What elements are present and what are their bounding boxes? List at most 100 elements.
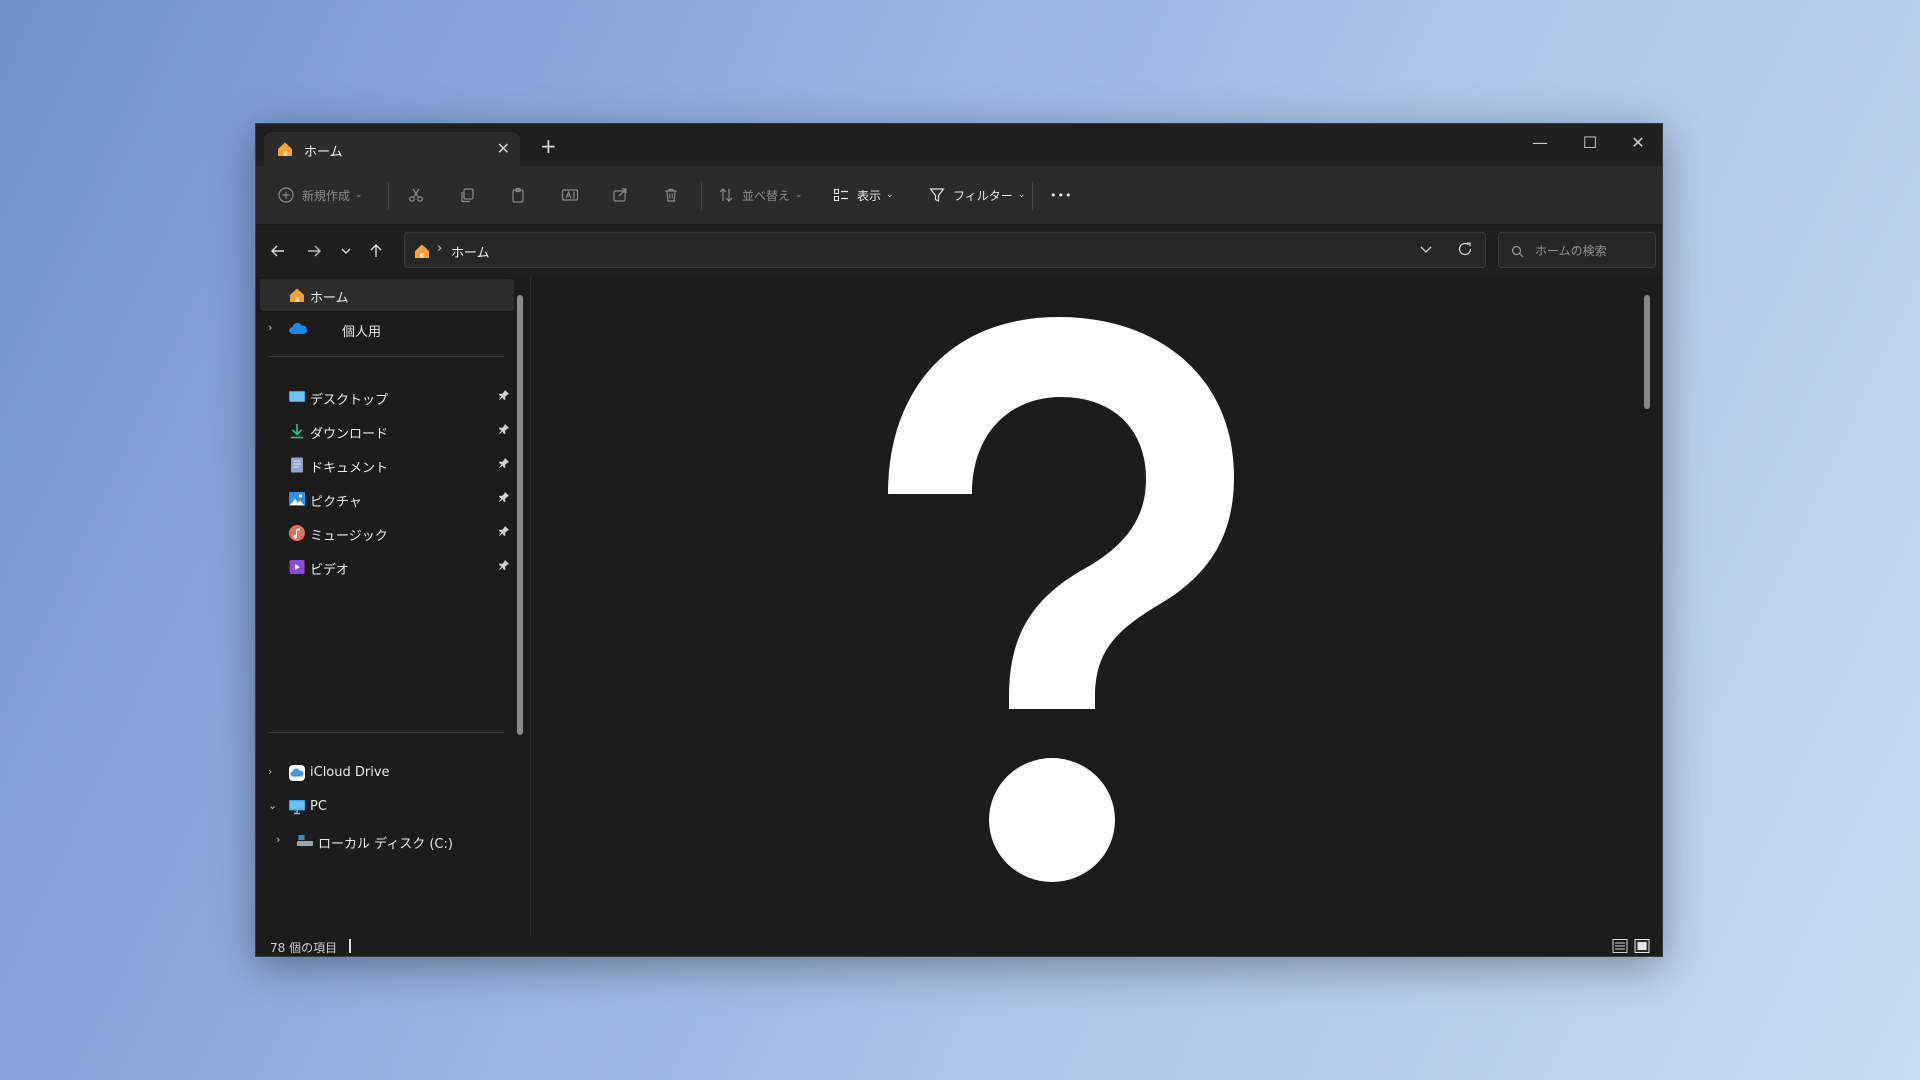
pin-icon[interactable] (498, 423, 510, 439)
toolbar-divider (1032, 182, 1033, 210)
sort-button[interactable]: 並べ替え ⌄ (718, 166, 803, 224)
plus-circle-icon (278, 187, 294, 203)
tab-close-icon[interactable]: ✕ (497, 139, 510, 158)
up-button[interactable] (362, 237, 390, 265)
cut-button[interactable] (408, 166, 424, 224)
sidebar-item-label: ミュージック (310, 529, 388, 544)
expand-chevron-icon[interactable]: › (276, 833, 280, 846)
refresh-button[interactable] (1457, 241, 1473, 261)
close-button[interactable]: ✕ (1620, 130, 1656, 156)
home-icon (288, 286, 306, 304)
sidebar-item-desktop[interactable]: デスクトップ (260, 381, 514, 413)
recent-locations-button[interactable] (332, 237, 360, 265)
rename-button[interactable] (561, 166, 579, 224)
search-icon (1511, 243, 1524, 262)
filter-button[interactable]: フィルター ⌄ (929, 166, 1025, 224)
collapse-chevron-icon[interactable]: ⌄ (268, 799, 277, 812)
pin-icon[interactable] (498, 525, 510, 541)
sidebar-item-label: ピクチャ (310, 495, 362, 510)
paste-button[interactable] (510, 166, 526, 224)
sidebar-item-onedrive[interactable]: › 個人用 (260, 313, 514, 345)
trash-icon (665, 188, 677, 202)
address-bar[interactable]: › ホーム (404, 232, 1486, 268)
text-caret (349, 939, 351, 953)
desktop-folder-icon (288, 388, 306, 406)
item-count: 78 個の項目 (270, 941, 338, 955)
home-icon (413, 242, 431, 264)
sidebar-item-local-disk[interactable]: › ローカル ディスク (C:) (260, 825, 514, 857)
details-view-button[interactable] (1612, 938, 1628, 954)
new-button-label: 新規作成 (302, 188, 351, 203)
file-explorer-window: ホーム ✕ + — ☐ ✕ 新規作成 ⌄ 並べ替え ⌄ 表示 ⌄ フィルター ⌄… (255, 123, 1663, 957)
sidebar-item-label: ローカル ディスク (C:) (318, 837, 453, 852)
new-button[interactable]: 新規作成 ⌄ (278, 166, 363, 224)
refresh-icon (1458, 242, 1472, 256)
filter-label: フィルター (953, 188, 1013, 203)
search-box (1498, 232, 1656, 268)
content-scrollbar[interactable] (1644, 295, 1650, 409)
minimize-button[interactable]: — (1522, 130, 1558, 156)
sidebar-item-downloads[interactable]: ダウンロード (260, 415, 514, 447)
arrow-up-icon (370, 244, 382, 257)
title-bar: ホーム ✕ + — ☐ ✕ (256, 124, 1662, 166)
delete-button[interactable] (663, 166, 679, 224)
more-options-icon[interactable]: ••• (1050, 166, 1072, 224)
sidebar-item-label: 個人用 (342, 325, 382, 340)
chevron-down-icon: ⌄ (886, 190, 894, 200)
expand-chevron-icon[interactable]: › (268, 765, 272, 778)
view-label: 表示 (857, 188, 882, 203)
pin-icon[interactable] (498, 457, 510, 473)
toolbar-divider (701, 182, 702, 210)
pin-icon[interactable] (498, 559, 510, 575)
maximize-button[interactable]: ☐ (1572, 130, 1608, 156)
breadcrumb-separator: › (437, 241, 443, 256)
sidebar-divider (268, 732, 504, 733)
new-tab-button[interactable]: + (540, 136, 557, 156)
toolbar-divider (388, 182, 389, 210)
copy-icon (461, 188, 474, 203)
scissors-icon (409, 188, 423, 202)
sidebar-item-home[interactable]: ホーム (260, 279, 514, 311)
chevron-down-icon: ⌄ (795, 190, 803, 200)
rename-icon (561, 189, 579, 201)
sidebar-scrollbar[interactable] (517, 295, 523, 735)
view-button[interactable]: 表示 ⌄ (833, 166, 894, 224)
tab-title: ホーム (304, 145, 343, 160)
navigation-pane: ホーム › 個人用 デスクトップ ダウンロード ドキュメント ピクチャ ミュージ… (256, 277, 524, 937)
sidebar-item-music[interactable]: ミュージック (260, 517, 514, 549)
sidebar-item-label: iCloud Drive (310, 765, 390, 780)
sort-arrows-icon (719, 188, 733, 202)
sidebar-item-label: ドキュメント (310, 461, 389, 476)
icloud-icon (288, 764, 306, 782)
sort-label: 並べ替え (742, 188, 791, 203)
back-button[interactable] (264, 237, 292, 265)
arrow-right-icon (308, 245, 321, 257)
pin-icon[interactable] (498, 491, 510, 507)
sidebar-item-documents[interactable]: ドキュメント (260, 449, 514, 481)
chevron-down-icon (341, 248, 351, 254)
breadcrumb-home[interactable]: ホーム (451, 242, 490, 261)
download-icon (288, 422, 306, 440)
sidebar-item-pictures[interactable]: ピクチャ (260, 483, 514, 515)
drive-icon (296, 832, 314, 850)
sidebar-item-label: デスクトップ (310, 393, 389, 408)
music-icon (288, 524, 306, 542)
expand-chevron-icon[interactable]: › (268, 321, 272, 334)
address-history-button[interactable] (1419, 241, 1433, 260)
tiles-view-button[interactable] (1634, 938, 1650, 954)
chevron-down-icon: ⌄ (1017, 190, 1026, 200)
tab-home[interactable]: ホーム ✕ (264, 132, 520, 166)
search-input[interactable] (1533, 241, 1652, 261)
forward-button[interactable] (300, 237, 328, 265)
computer-icon (288, 798, 306, 816)
copy-button[interactable] (459, 166, 475, 224)
sidebar-item-pc[interactable]: ⌄ PC (260, 791, 514, 823)
content-area (531, 277, 1653, 937)
sidebar-item-videos[interactable]: ビデオ (260, 551, 514, 583)
sidebar-item-icloud-drive[interactable]: › iCloud Drive (260, 757, 514, 789)
share-button[interactable] (612, 166, 628, 224)
arrow-left-icon (271, 245, 284, 257)
navigation-bar: › ホーム (256, 225, 1662, 277)
pin-icon[interactable] (498, 389, 510, 405)
chevron-down-icon: ⌄ (355, 190, 363, 200)
